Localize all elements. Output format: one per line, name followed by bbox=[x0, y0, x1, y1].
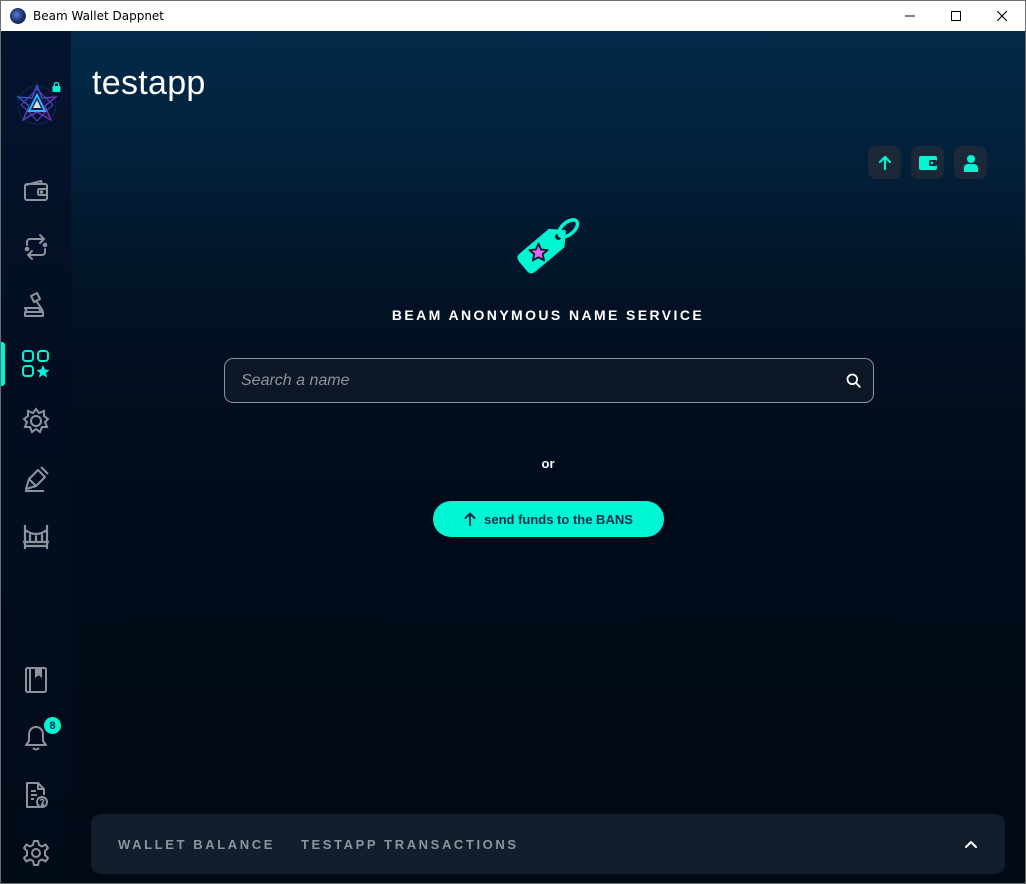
wallet-icon bbox=[918, 155, 937, 170]
user-icon bbox=[963, 154, 978, 172]
star-tag-icon bbox=[517, 218, 580, 274]
or-separator: or bbox=[541, 456, 555, 471]
help-doc-icon bbox=[26, 782, 48, 808]
sidebar-item-atomic-swap[interactable] bbox=[1, 225, 71, 269]
service-title: BEAM ANONYMOUS NAME SERVICE bbox=[391, 307, 705, 323]
minimize-button[interactable] bbox=[887, 1, 933, 31]
close-button[interactable] bbox=[979, 1, 1025, 31]
tab-testapp-transactions[interactable]: TESTAPP TRANSACTIONS bbox=[301, 837, 519, 852]
sidebar-item-faucet[interactable] bbox=[1, 399, 71, 443]
app-icon bbox=[10, 8, 26, 24]
app-window: Beam Wallet Dappnet 8 testapp BEAM ANONY… bbox=[0, 0, 1026, 884]
search-icon bbox=[846, 373, 861, 388]
sidebar-item-notifications[interactable] bbox=[1, 715, 71, 759]
send-button[interactable] bbox=[868, 146, 901, 179]
settings-icon bbox=[23, 840, 49, 866]
search-box bbox=[224, 358, 874, 403]
bridge-icon bbox=[23, 525, 49, 549]
wallet-button[interactable] bbox=[911, 146, 944, 179]
pen-icon bbox=[25, 466, 49, 492]
swap-icon bbox=[24, 234, 48, 260]
search-input[interactable] bbox=[225, 359, 833, 402]
apps-star-icon bbox=[22, 350, 50, 378]
tab-wallet-balance[interactable]: WALLET BALANCE bbox=[118, 837, 275, 852]
sidebar: 8 bbox=[1, 31, 71, 883]
send-funds-label: send funds to the BANS bbox=[484, 511, 633, 527]
minimize-icon bbox=[905, 15, 915, 17]
notification-count-badge: 8 bbox=[44, 717, 61, 734]
sidebar-item-dao[interactable] bbox=[1, 283, 71, 327]
maximize-button[interactable] bbox=[933, 1, 979, 31]
sidebar-item-settings[interactable] bbox=[1, 831, 71, 875]
book-icon bbox=[25, 667, 47, 693]
account-button[interactable] bbox=[954, 146, 987, 179]
maximize-icon bbox=[951, 11, 961, 21]
chevron-up-icon[interactable] bbox=[963, 836, 979, 852]
header-actions bbox=[868, 146, 987, 179]
send-funds-button[interactable]: send funds to the BANS bbox=[433, 501, 664, 537]
lock-icon bbox=[52, 82, 61, 92]
arrow-up-icon bbox=[464, 512, 476, 526]
sidebar-item-dapp-store[interactable] bbox=[1, 342, 71, 386]
sidebar-item-address-book[interactable] bbox=[1, 658, 71, 702]
sidebar-item-sign[interactable] bbox=[1, 457, 71, 501]
gavel-icon bbox=[24, 292, 44, 317]
wallet-icon bbox=[24, 179, 48, 201]
title-bar: Beam Wallet Dappnet bbox=[1, 1, 1025, 31]
close-icon bbox=[997, 11, 1007, 21]
main-content: testapp BEAM ANONYMOUS NAME SERVICE Sear… bbox=[71, 31, 1025, 883]
gear-star-icon bbox=[22, 407, 50, 434]
search-button[interactable] bbox=[833, 359, 873, 402]
sidebar-item-wallet[interactable] bbox=[1, 168, 71, 212]
send-arrow-icon bbox=[878, 155, 891, 170]
window-controls bbox=[887, 1, 1025, 31]
sidebar-item-bridge[interactable] bbox=[1, 515, 71, 559]
bottom-panel: WALLET BALANCE TESTAPP TRANSACTIONS bbox=[91, 814, 1005, 874]
window-title: Beam Wallet Dappnet bbox=[33, 9, 165, 23]
sidebar-item-documentation[interactable] bbox=[1, 773, 71, 817]
page-title: testapp bbox=[92, 64, 206, 102]
